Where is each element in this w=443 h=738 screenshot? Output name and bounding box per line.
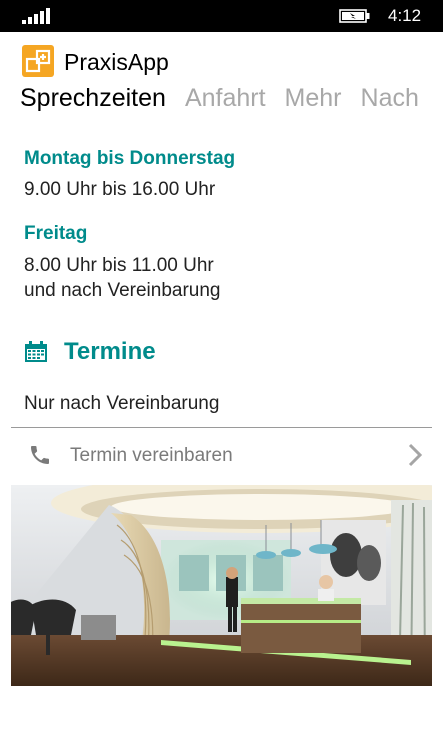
tab-mehr[interactable]: Mehr: [285, 84, 342, 112]
clock: 4:12: [388, 6, 422, 25]
termin-vereinbaren-label: Termin vereinbaren: [70, 445, 233, 466]
mon-thu-label: Montag bis Donnerstag: [24, 148, 236, 169]
chevron-right-icon: [408, 443, 423, 467]
status-bar: 4:12: [0, 0, 443, 32]
signal-strength-icon: [22, 8, 50, 24]
friday-hours: 8.00 Uhr bis 11.00 Uhr: [24, 255, 214, 276]
tab-nach[interactable]: Nach: [361, 84, 419, 112]
app-title: PraxisApp: [64, 49, 169, 75]
termine-text: Nur nach Vereinbarung: [24, 393, 220, 414]
friday-label: Freitag: [24, 223, 88, 244]
praxis-logo-icon: [22, 45, 54, 77]
tab-sprechzeiten[interactable]: Sprechzeiten: [20, 84, 166, 112]
termin-vereinbaren-button[interactable]: Termin vereinbaren: [11, 428, 432, 482]
reception-photo: [11, 485, 432, 686]
phone-icon: [31, 446, 49, 464]
tab-anfahrt[interactable]: Anfahrt: [185, 84, 266, 112]
termine-heading: Termine: [64, 338, 156, 365]
pivot-tabs: Sprechzeiten Anfahrt Mehr Nach: [20, 84, 438, 113]
mon-thu-hours: 9.00 Uhr bis 16.00 Uhr: [24, 179, 216, 200]
friday-hours-extra: und nach Vereinbarung: [24, 280, 221, 301]
calendar-icon: [25, 341, 47, 362]
battery-charging-icon: [339, 9, 370, 23]
